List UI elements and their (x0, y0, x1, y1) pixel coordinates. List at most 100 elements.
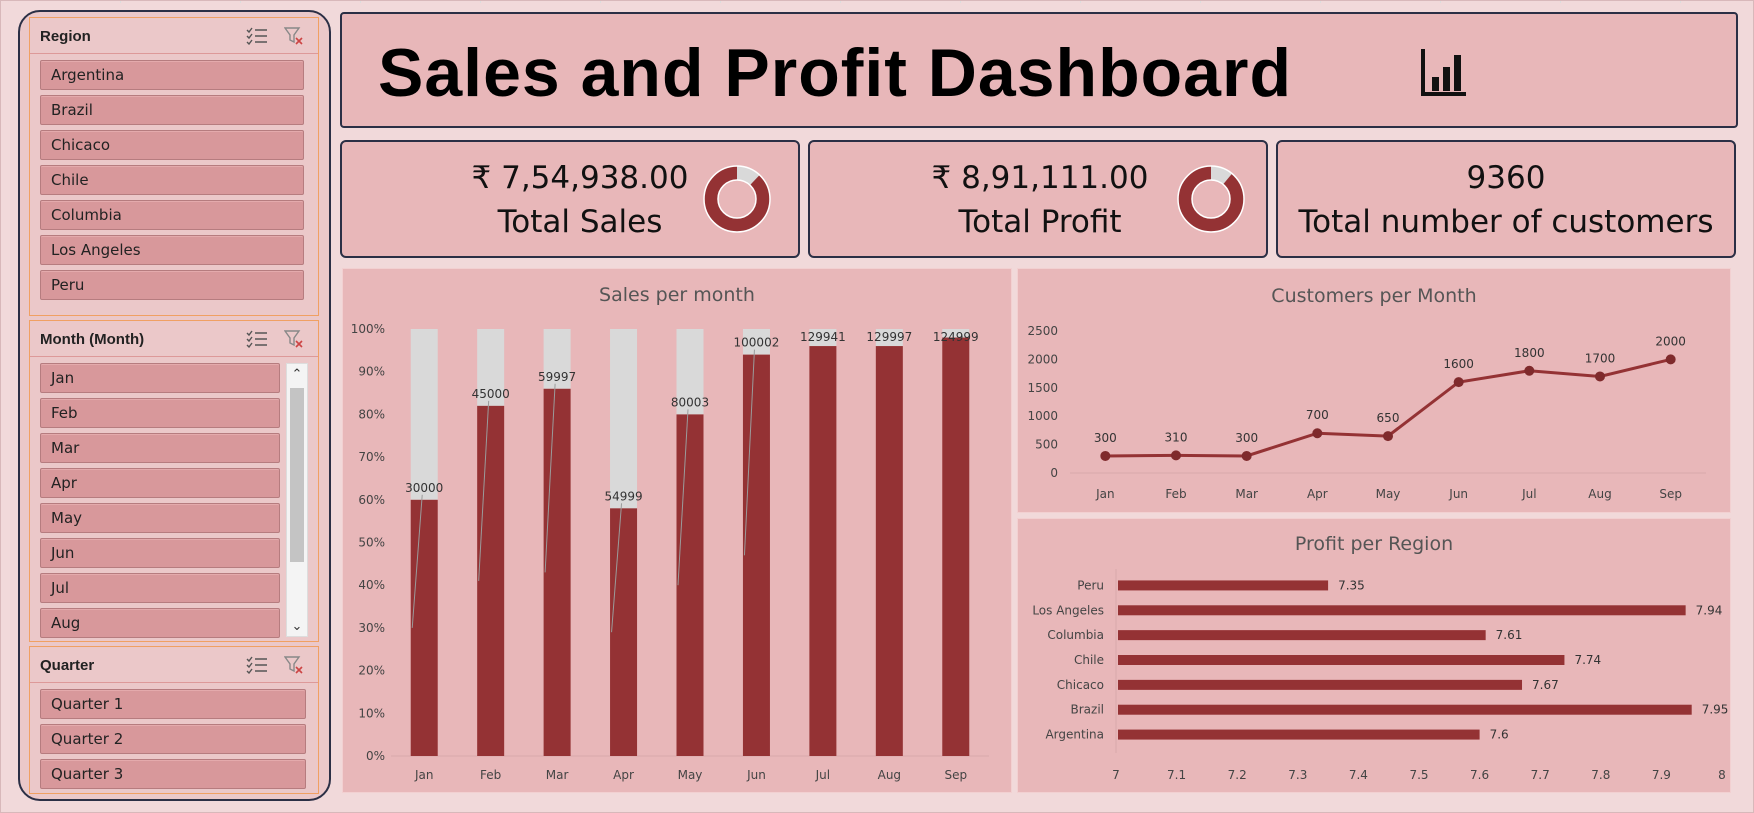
bar-remainder (410, 329, 438, 500)
clear-filter-icon[interactable] (284, 655, 304, 675)
bar[interactable] (809, 346, 837, 756)
y-tick-label: 500 (1035, 438, 1058, 452)
bar[interactable] (1118, 630, 1486, 641)
profit-donut-chart (1177, 165, 1245, 233)
slicer-item-mar[interactable]: Mar (40, 433, 280, 463)
data-label: 7.74 (1574, 653, 1601, 667)
x-tick-label: Mar (1235, 487, 1258, 501)
y-tick-label: 10% (358, 706, 385, 720)
y-tick-label: 2500 (1027, 324, 1058, 338)
data-label: 7.6 (1490, 728, 1509, 742)
data-point[interactable] (1595, 371, 1605, 382)
data-label: 1800 (1514, 346, 1545, 360)
slicer-item-jul[interactable]: Jul (40, 573, 280, 603)
y-tick-label: 70% (358, 450, 385, 464)
bar[interactable] (1118, 655, 1565, 665)
slicer-item-brazil[interactable]: Brazil (40, 95, 304, 125)
x-tick-label: Mar (546, 768, 569, 782)
y-tick-label: 0 (1050, 466, 1058, 480)
x-tick-label: Aug (1588, 487, 1611, 501)
y-tick-label: Argentina (1045, 728, 1104, 742)
bar[interactable] (676, 414, 704, 756)
slicer-header: Quarter (30, 647, 318, 683)
x-tick-label: 7.1 (1167, 768, 1186, 782)
bar[interactable] (1118, 729, 1480, 740)
y-tick-label: Chile (1074, 653, 1104, 667)
multi-select-icon[interactable] (246, 27, 268, 45)
x-tick-label: Sep (1659, 487, 1682, 501)
data-point[interactable] (1100, 450, 1111, 461)
data-label: 7.94 (1696, 603, 1723, 617)
slicer-item-feb[interactable]: Feb (40, 398, 280, 428)
x-tick-label: 7 (1112, 768, 1120, 782)
slicer-item-quarter-2[interactable]: Quarter 2 (40, 724, 306, 754)
multi-select-icon[interactable] (246, 656, 268, 674)
bar[interactable] (410, 499, 438, 756)
slicer-item-chile[interactable]: Chile (40, 165, 304, 195)
bar[interactable] (477, 405, 505, 756)
total-profit-label: Total Profit (958, 204, 1122, 240)
bar[interactable] (1118, 679, 1523, 690)
y-tick-label: Chicaco (1057, 678, 1104, 692)
slicer-item-columbia[interactable]: Columbia (40, 200, 304, 230)
y-tick-label: Los Angeles (1032, 603, 1104, 617)
data-point[interactable] (1312, 428, 1323, 439)
total-customers-label: Total number of customers (1298, 204, 1714, 240)
x-tick-label: Jun (1448, 487, 1468, 501)
clear-filter-icon[interactable] (284, 329, 304, 349)
slicer-item-peru[interactable]: Peru (40, 270, 304, 300)
data-point[interactable] (1171, 450, 1181, 461)
y-tick-label: Brazil (1071, 703, 1105, 717)
data-label: 700 (1306, 408, 1329, 422)
data-label: 7.61 (1496, 628, 1523, 642)
scroll-thumb[interactable] (290, 388, 304, 562)
bar[interactable] (742, 354, 770, 756)
bar[interactable] (543, 388, 571, 756)
slicer-item-quarter-3[interactable]: Quarter 3 (40, 759, 306, 789)
x-tick-label: 7.6 (1470, 768, 1489, 782)
data-label: 310 (1165, 430, 1188, 444)
data-label: 124999 (933, 330, 979, 344)
bar[interactable] (1118, 580, 1329, 591)
x-tick-label: Sep (944, 768, 967, 782)
clear-filter-icon[interactable] (284, 26, 304, 46)
slicer-header: Region (30, 18, 318, 54)
data-point[interactable] (1383, 431, 1393, 442)
donut-hole (717, 179, 757, 219)
total-customers-value: 9360 (1466, 160, 1546, 196)
series-line (1105, 357, 1672, 458)
slicer-item-jan[interactable]: Jan (40, 363, 280, 393)
bar[interactable] (875, 346, 903, 756)
data-label: 300 (1094, 431, 1117, 445)
chevron-down-icon[interactable]: ⌄ (287, 616, 307, 636)
slicer-item-apr[interactable]: Apr (40, 468, 280, 498)
y-tick-label: Peru (1077, 578, 1104, 592)
slicer-item-jun[interactable]: Jun (40, 538, 280, 568)
bar[interactable] (942, 337, 970, 756)
month-scrollbar[interactable]: ⌃ ⌄ (286, 363, 308, 637)
slicer-item-los-angeles[interactable]: Los Angeles (40, 235, 304, 265)
slicer-item-may[interactable]: May (40, 503, 280, 533)
slicer-item-argentina[interactable]: Argentina (40, 60, 304, 90)
x-tick-label: May (678, 768, 703, 782)
multi-select-icon[interactable] (246, 330, 268, 348)
sales-chart-plot: 0% 10% 20% 30% 40% 50% 60% 70% 80% 90% 100% 30000 Ja… (351, 322, 989, 782)
x-tick-label: Aug (878, 768, 901, 782)
slicer-item-quarter-1[interactable]: Quarter 1 (40, 689, 306, 719)
y-tick-label: 1500 (1027, 381, 1058, 395)
slicer-item-aug[interactable]: Aug (40, 608, 280, 638)
bar[interactable] (1118, 704, 1692, 715)
data-point[interactable] (1524, 365, 1535, 376)
data-point[interactable] (1241, 450, 1252, 461)
y-tick-label: 0% (366, 749, 385, 763)
data-point[interactable] (1665, 354, 1676, 365)
bar[interactable] (1118, 605, 1686, 616)
bar[interactable] (610, 508, 638, 756)
month-slicer: Month (Month) Jan Feb Mar Apr May Jun Jul Aug ⌃… (29, 320, 319, 642)
slicer-item-chicaco[interactable]: Chicaco (40, 130, 304, 160)
data-point[interactable] (1453, 377, 1464, 388)
chevron-up-icon[interactable]: ⌃ (287, 364, 307, 384)
quarter-slicer: Quarter Quarter 1 Quarter 2 Quarter 3 (29, 646, 319, 794)
data-label: 54999 (604, 489, 642, 503)
total-customers-card: 9360 Total number of customers (1276, 140, 1736, 258)
